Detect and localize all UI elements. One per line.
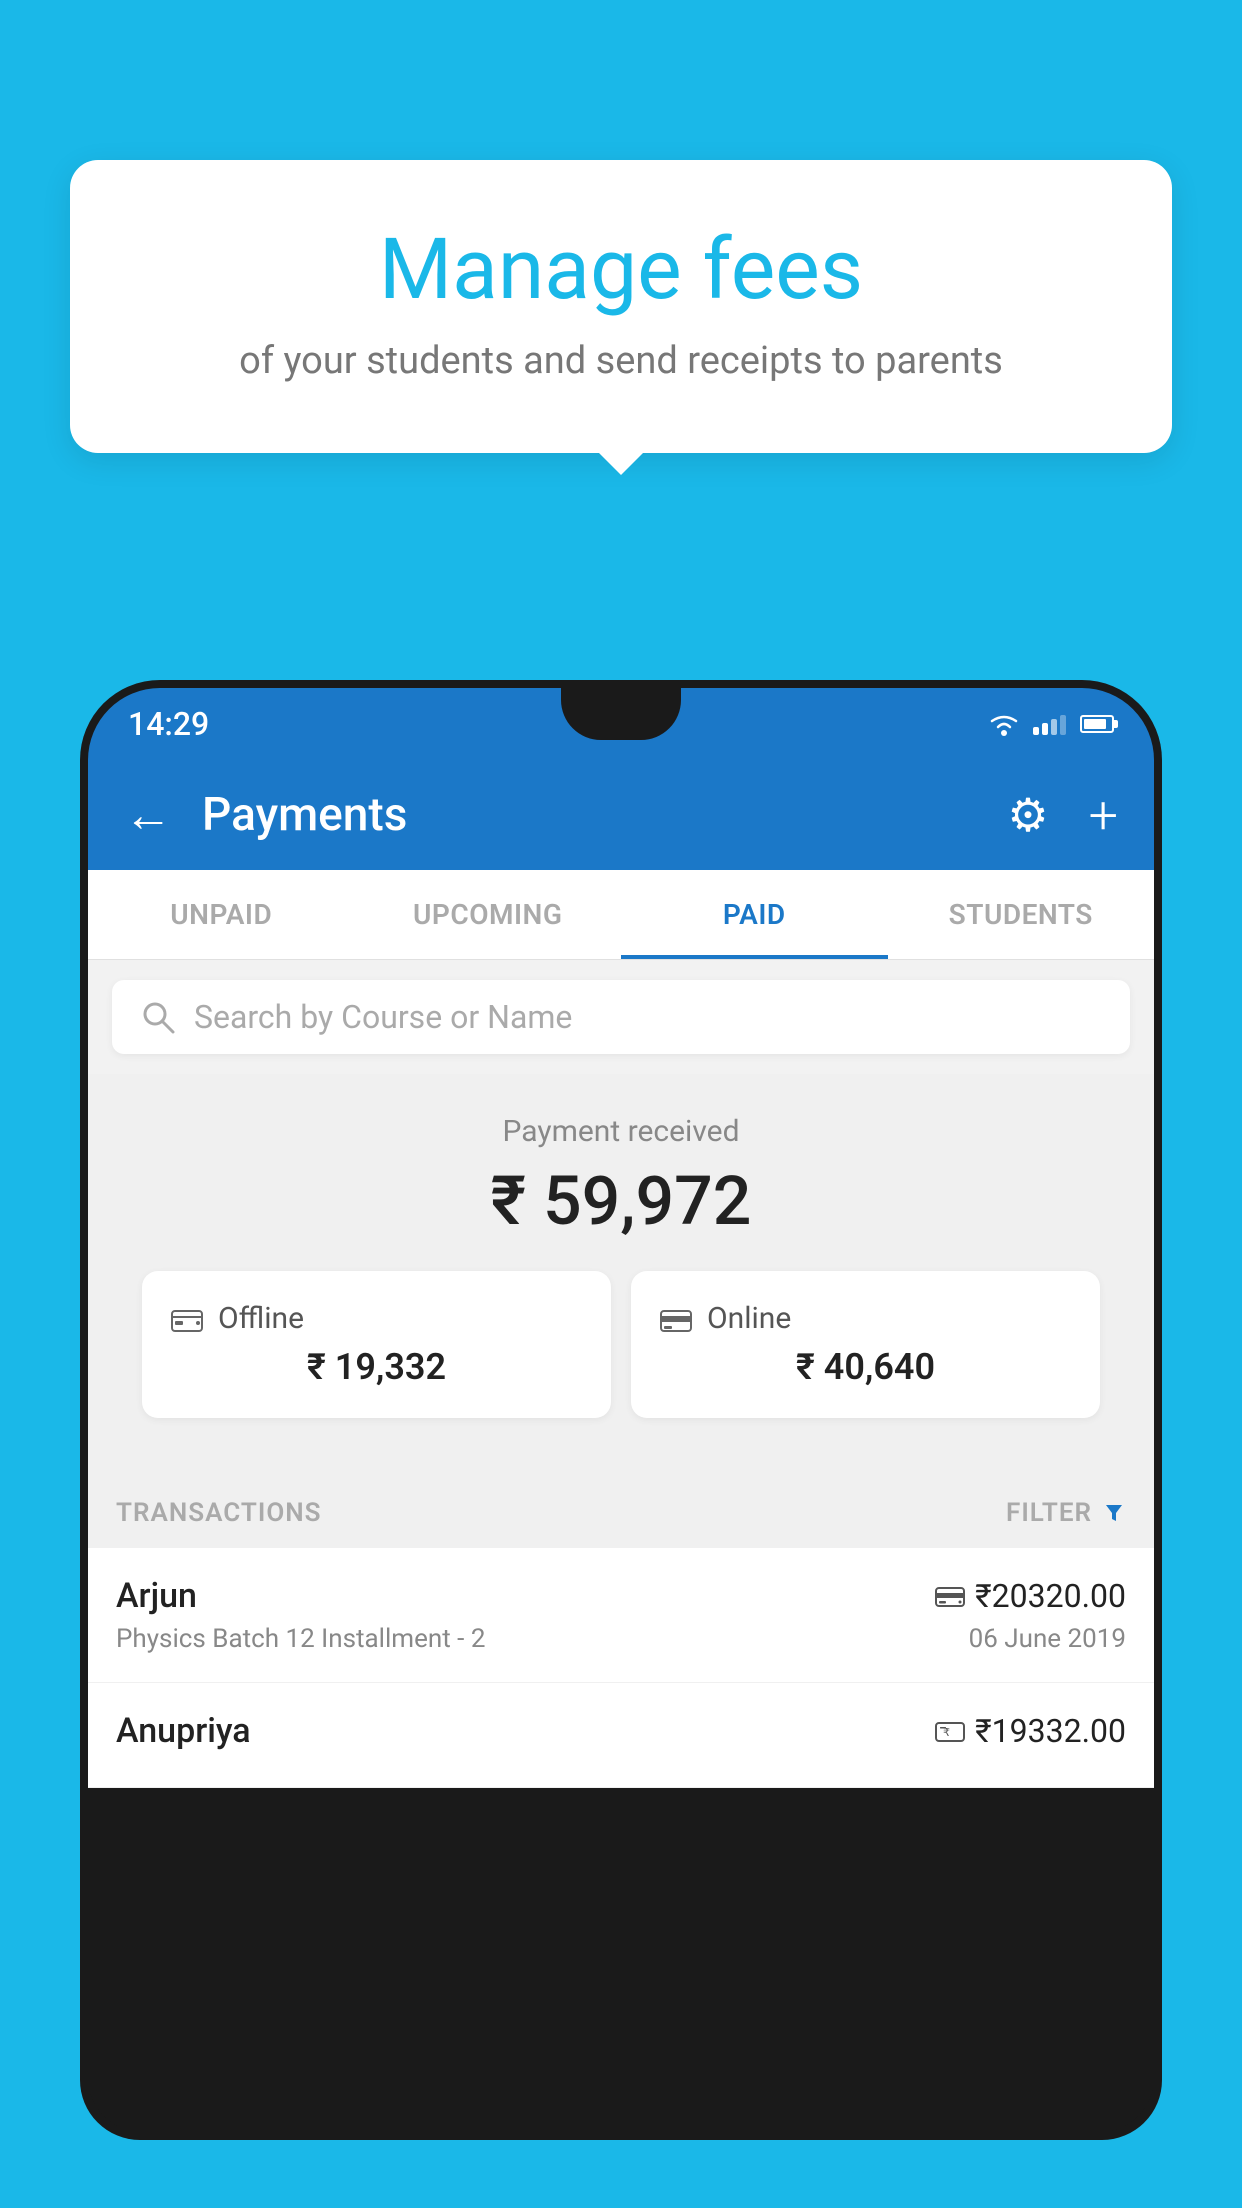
payment-received-amount: ₹ 59,972 xyxy=(118,1161,1124,1241)
svg-text:₹: ₹ xyxy=(943,1727,950,1739)
payment-received-label: Payment received xyxy=(118,1114,1124,1149)
transaction-name: Anupriya xyxy=(116,1711,251,1751)
filter-button[interactable]: FILTER xyxy=(1006,1498,1126,1528)
offline-card: Offline ₹ 19,332 xyxy=(142,1271,611,1418)
back-button[interactable]: ← xyxy=(124,791,172,839)
app-title: Payments xyxy=(202,788,987,842)
tab-unpaid[interactable]: UNPAID xyxy=(88,870,355,959)
tab-upcoming[interactable]: UPCOMING xyxy=(355,870,622,959)
transaction-top: Arjun ₹20320.00 xyxy=(116,1576,1126,1616)
filter-icon xyxy=(1102,1501,1126,1525)
speech-bubble: Manage fees of your students and send re… xyxy=(70,160,1172,453)
transactions-header: TRANSACTIONS FILTER xyxy=(88,1478,1154,1548)
online-icon xyxy=(659,1305,693,1333)
transaction-amount: ₹ ₹19332.00 xyxy=(935,1712,1126,1750)
filter-label: FILTER xyxy=(1006,1498,1092,1528)
offline-amount: ₹ 19,332 xyxy=(170,1346,583,1388)
transactions-label: TRANSACTIONS xyxy=(116,1498,322,1528)
payment-cards-row: Offline ₹ 19,332 xyxy=(118,1271,1124,1448)
status-icons xyxy=(987,711,1114,737)
bubble-title: Manage fees xyxy=(120,220,1122,319)
wifi-icon xyxy=(987,711,1021,737)
transaction-date: 06 June 2019 xyxy=(969,1624,1126,1654)
tabs-bar: UNPAID UPCOMING PAID STUDENTS xyxy=(88,870,1154,960)
search-icon xyxy=(140,999,176,1035)
search-bar[interactable]: Search by Course or Name xyxy=(112,980,1130,1054)
search-input[interactable]: Search by Course or Name xyxy=(194,998,572,1036)
tab-paid[interactable]: PAID xyxy=(621,870,888,959)
card-payment-icon xyxy=(935,1584,965,1608)
signal-icon xyxy=(1033,713,1066,735)
app-bar: ← Payments ⚙ + xyxy=(88,760,1154,870)
background: Manage fees of your students and send re… xyxy=(0,0,1242,2208)
status-time: 14:29 xyxy=(128,705,209,743)
offline-icon xyxy=(170,1305,204,1333)
cash-payment-icon: ₹ xyxy=(935,1719,965,1743)
phone-inner: 14:29 xyxy=(88,688,1154,2132)
online-amount: ₹ 40,640 xyxy=(659,1346,1072,1388)
notch xyxy=(561,688,681,740)
transaction-bottom: Physics Batch 12 Installment - 2 06 June… xyxy=(116,1624,1126,1654)
transaction-amount: ₹20320.00 xyxy=(935,1577,1126,1615)
transaction-row[interactable]: Arjun ₹20320.00 xyxy=(88,1548,1154,1683)
online-card: Online ₹ 40,640 xyxy=(631,1271,1100,1418)
phone-outer: 14:29 xyxy=(80,680,1162,2140)
offline-card-header: Offline xyxy=(170,1301,583,1336)
transaction-name: Arjun xyxy=(116,1576,197,1616)
plus-icon[interactable]: + xyxy=(1089,785,1118,846)
status-bar: 14:29 xyxy=(88,688,1154,760)
gear-icon[interactable]: ⚙ xyxy=(1007,788,1048,843)
screen-content: Search by Course or Name Payment receive… xyxy=(88,960,1154,1788)
bubble-subtitle: of your students and send receipts to pa… xyxy=(120,339,1122,383)
transaction-amount-value: ₹19332.00 xyxy=(975,1712,1126,1750)
offline-label: Offline xyxy=(218,1301,304,1336)
transaction-row[interactable]: Anupriya ₹ ₹19332.00 xyxy=(88,1683,1154,1788)
transaction-top: Anupriya ₹ ₹19332.00 xyxy=(116,1711,1126,1751)
battery-icon xyxy=(1080,715,1114,733)
payment-summary: Payment received ₹ 59,972 xyxy=(88,1074,1154,1478)
transaction-amount-value: ₹20320.00 xyxy=(975,1577,1126,1615)
online-card-header: Online xyxy=(659,1301,1072,1336)
phone-frame: 14:29 xyxy=(80,680,1162,2208)
online-label: Online xyxy=(707,1301,791,1336)
tab-students[interactable]: STUDENTS xyxy=(888,870,1155,959)
transaction-description: Physics Batch 12 Installment - 2 xyxy=(116,1624,485,1654)
speech-bubble-container: Manage fees of your students and send re… xyxy=(70,160,1172,453)
